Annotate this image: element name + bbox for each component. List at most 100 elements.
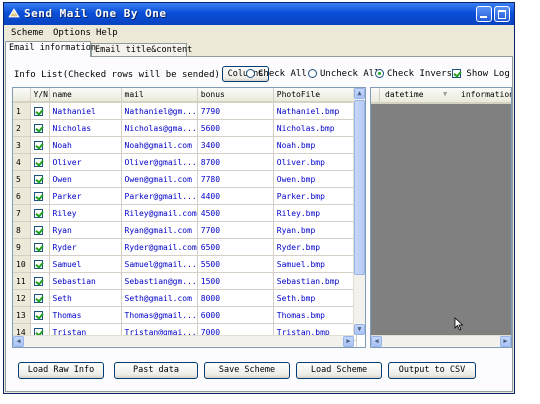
cell-bonus[interactable]: 7780	[197, 170, 274, 188]
cell-bonus[interactable]: 5500	[197, 255, 274, 273]
row-checkbox[interactable]	[30, 238, 50, 256]
row-checkbox[interactable]	[30, 255, 50, 273]
radio-check-inverse[interactable]: Check Inverse	[375, 69, 457, 79]
show-log-check[interactable]	[452, 69, 461, 78]
table-row[interactable]: 8 Ryan Ryan@gmail.com 7700 Ryan.bmp	[13, 221, 357, 239]
minimize-button[interactable]	[476, 6, 492, 22]
log-panel[interactable]: datetime ▼ information ◀ ▶	[370, 87, 512, 348]
yn-check[interactable]	[33, 310, 43, 320]
cell-mail[interactable]: Seth@gmail.com	[121, 289, 198, 307]
scroll-thumb[interactable]	[354, 100, 365, 275]
cell-mail[interactable]: Ryan@gmail.com	[121, 221, 198, 239]
table-row[interactable]: 13 Thomas Thomas@gmail... 6000 Thomas.bmp	[13, 306, 357, 324]
table-row[interactable]: 2 Nicholas Nicholas@gma... 5600 Nicholas.bmp	[13, 119, 357, 137]
log-horizontal-scrollbar[interactable]: ◀ ▶	[371, 335, 511, 347]
yn-check[interactable]	[33, 157, 43, 167]
cell-name[interactable]: Sebastian	[49, 272, 122, 290]
table-row[interactable]: 10 Samuel Samuel@gmail... 5500 Samuel.bmp	[13, 255, 357, 273]
cell-photofile[interactable]: Riley.bmp	[273, 204, 357, 222]
cell-photofile[interactable]: Parker.bmp	[273, 187, 357, 205]
cell-mail[interactable]: Sebastian@gm...	[121, 272, 198, 290]
cell-photofile[interactable]: Ryan.bmp	[273, 221, 357, 239]
row-checkbox[interactable]	[30, 170, 50, 188]
radio-circle[interactable]	[246, 69, 255, 78]
table-row[interactable]: 12 Seth Seth@gmail.com 8000 Seth.bmp	[13, 289, 357, 307]
cell-name[interactable]: Ryan	[49, 221, 122, 239]
scroll-right-button[interactable]: ▶	[343, 336, 354, 347]
cell-photofile[interactable]: Samuel.bmp	[273, 255, 357, 273]
cell-name[interactable]: Thomas	[49, 306, 122, 324]
title-bar[interactable]: Send Mail One By One	[4, 3, 514, 25]
col-header-name[interactable]: name	[49, 88, 122, 103]
cell-mail[interactable]: Nicholas@gma...	[121, 119, 198, 137]
cell-bonus[interactable]: 7700	[197, 221, 274, 239]
grid-horizontal-scrollbar[interactable]: ◀ ▶	[13, 335, 354, 347]
grid-vertical-scrollbar[interactable]: ▲ ▼	[353, 88, 365, 335]
cell-bonus[interactable]: 7790	[197, 102, 274, 120]
cell-mail[interactable]: Nathaniel@gm...	[121, 102, 198, 120]
tab-email-information[interactable]: Email information	[5, 41, 96, 57]
cell-mail[interactable]: Ryder@gmail.com	[121, 238, 198, 256]
cell-mail[interactable]: Noah@gmail.com	[121, 136, 198, 154]
yn-check[interactable]	[33, 242, 43, 252]
table-row[interactable]: 6 Parker Parker@gmail... 4400 Parker.bmp	[13, 187, 357, 205]
cell-photofile[interactable]: Nathaniel.bmp	[273, 102, 357, 120]
cell-bonus[interactable]: 8000	[197, 289, 274, 307]
row-checkbox[interactable]	[30, 272, 50, 290]
cell-bonus[interactable]: 6000	[197, 306, 274, 324]
cell-photofile[interactable]: Noah.bmp	[273, 136, 357, 154]
cell-mail[interactable]: Samuel@gmail...	[121, 255, 198, 273]
yn-check[interactable]	[33, 259, 43, 269]
load-scheme-button[interactable]: Load Scheme	[296, 362, 382, 379]
log-scroll-left-button[interactable]: ◀	[371, 336, 382, 347]
scroll-down-button[interactable]: ▼	[354, 324, 365, 335]
radio-circle[interactable]	[308, 69, 317, 78]
cell-name[interactable]: Seth	[49, 289, 122, 307]
past-data-button[interactable]: Past data	[114, 362, 198, 379]
yn-check[interactable]	[33, 293, 43, 303]
row-checkbox[interactable]	[30, 136, 50, 154]
cell-mail[interactable]: Thomas@gmail...	[121, 306, 198, 324]
yn-check[interactable]	[33, 140, 43, 150]
cell-photofile[interactable]: Thomas.bmp	[273, 306, 357, 324]
table-row[interactable]: 7 Riley Riley@gmail.com 4500 Riley.bmp	[13, 204, 357, 222]
menu-scheme[interactable]: Scheme	[11, 28, 44, 38]
col-header-yn[interactable]: Y/N	[30, 88, 50, 103]
table-row[interactable]: 11 Sebastian Sebastian@gm... 1500 Sebastian.…	[13, 272, 357, 290]
cell-name[interactable]: Parker	[49, 187, 122, 205]
yn-check[interactable]	[33, 191, 43, 201]
table-row[interactable]: 1 Nathaniel Nathaniel@gm... 7790 Nathaniel.b…	[13, 102, 357, 120]
cell-mail[interactable]: Owen@gmail.com	[121, 170, 198, 188]
menu-options[interactable]: Options	[53, 28, 91, 38]
yn-check[interactable]	[33, 208, 43, 218]
col-header-photofile[interactable]: PhotoFile	[273, 88, 357, 103]
show-log-checkbox[interactable]: Show Log	[452, 69, 510, 79]
row-checkbox[interactable]	[30, 153, 50, 171]
yn-check[interactable]	[33, 225, 43, 235]
col-header-mail[interactable]: mail	[121, 88, 198, 103]
yn-check[interactable]	[33, 106, 43, 116]
maximize-button[interactable]	[494, 6, 510, 22]
cell-name[interactable]: Nathaniel	[49, 102, 122, 120]
save-scheme-button[interactable]: Save Scheme	[204, 362, 290, 379]
cell-name[interactable]: Nicholas	[49, 119, 122, 137]
cell-name[interactable]: Riley	[49, 204, 122, 222]
cell-bonus[interactable]: 4500	[197, 204, 274, 222]
row-checkbox[interactable]	[30, 119, 50, 137]
cell-photofile[interactable]: Owen.bmp	[273, 170, 357, 188]
cell-mail[interactable]: Oliver@gmail...	[121, 153, 198, 171]
col-header-bonus[interactable]: bonus	[197, 88, 274, 103]
info-grid[interactable]: Y/N name mail bonus PhotoFile 1 Nathaniel…	[12, 87, 366, 348]
cell-bonus[interactable]: 5600	[197, 119, 274, 137]
cell-photofile[interactable]: Oliver.bmp	[273, 153, 357, 171]
cell-photofile[interactable]: Ryder.bmp	[273, 238, 357, 256]
radio-check-all[interactable]: Check All	[246, 69, 307, 79]
menu-help[interactable]: Help	[96, 28, 118, 38]
row-checkbox[interactable]	[30, 204, 50, 222]
row-checkbox[interactable]	[30, 221, 50, 239]
scroll-left-button[interactable]: ◀	[13, 336, 24, 347]
log-col-information[interactable]: information	[461, 90, 511, 99]
yn-check[interactable]	[33, 276, 43, 286]
yn-check[interactable]	[33, 174, 43, 184]
cell-bonus[interactable]: 8700	[197, 153, 274, 171]
